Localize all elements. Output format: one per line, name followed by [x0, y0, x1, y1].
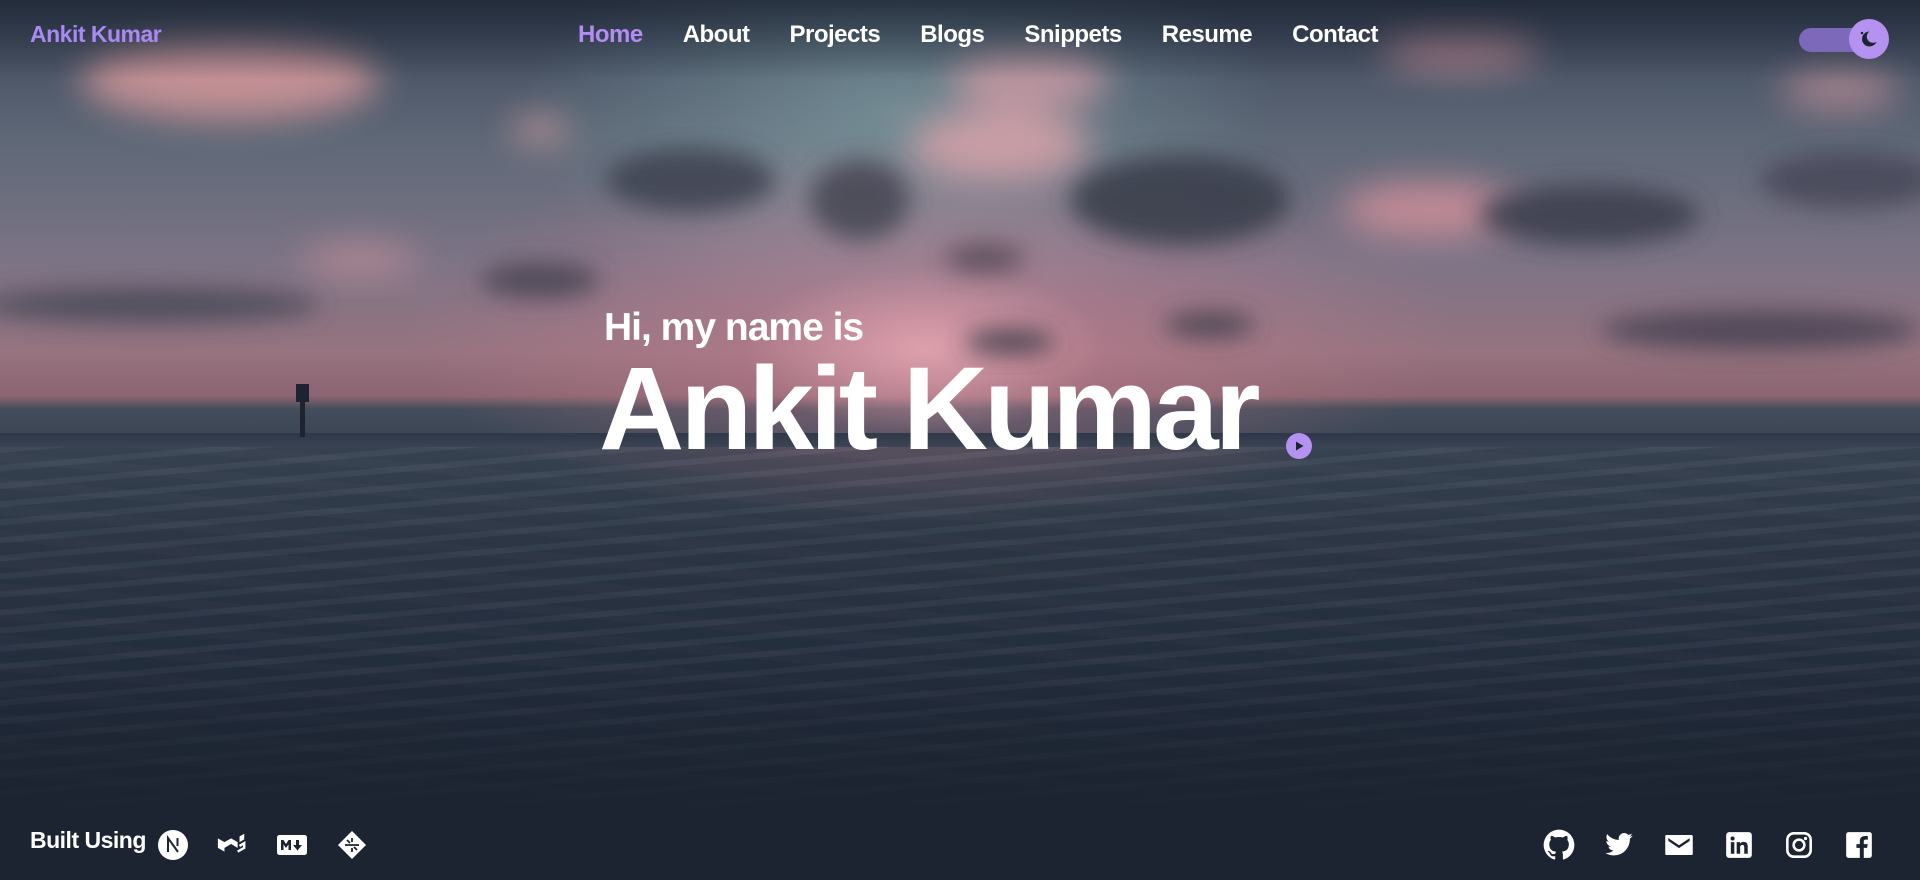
- linkedin-icon[interactable]: [1723, 829, 1755, 861]
- moon-icon: [1860, 31, 1877, 47]
- nav-resume[interactable]: Resume: [1162, 21, 1253, 49]
- site-header: Ankit Kumar Home About Projects Blogs Sn…: [0, 0, 1920, 74]
- toggle-knob: [1849, 19, 1889, 59]
- buoy-post: [300, 385, 305, 437]
- play-icon: [1296, 441, 1304, 451]
- nav-projects[interactable]: Projects: [790, 21, 881, 49]
- theme-toggle[interactable]: [1799, 19, 1889, 59]
- netlify-icon: [336, 829, 368, 861]
- built-using-label: Built Using: [30, 827, 146, 853]
- nav-about[interactable]: About: [683, 21, 750, 49]
- email-icon[interactable]: [1663, 829, 1695, 861]
- brand-link[interactable]: Ankit Kumar: [30, 21, 162, 48]
- nav-blogs[interactable]: Blogs: [920, 21, 985, 49]
- facebook-icon[interactable]: [1843, 829, 1875, 861]
- nav-home[interactable]: Home: [578, 21, 643, 49]
- nav-snippets[interactable]: Snippets: [1024, 21, 1122, 49]
- nav-contact[interactable]: Contact: [1292, 21, 1378, 49]
- page: Ankit Kumar Home About Projects Blogs Sn…: [0, 0, 1920, 880]
- instagram-icon[interactable]: [1783, 829, 1815, 861]
- hero-name: Ankit Kumar: [599, 343, 1261, 475]
- main-nav: Home About Projects Blogs Snippets Resum…: [578, 21, 1378, 49]
- twitter-icon[interactable]: [1603, 829, 1635, 861]
- github-icon[interactable]: [1543, 829, 1575, 861]
- markdown-icon: [276, 829, 308, 861]
- mui-icon: [216, 829, 248, 861]
- nextjs-icon: [157, 829, 189, 861]
- play-button[interactable]: [1286, 433, 1312, 459]
